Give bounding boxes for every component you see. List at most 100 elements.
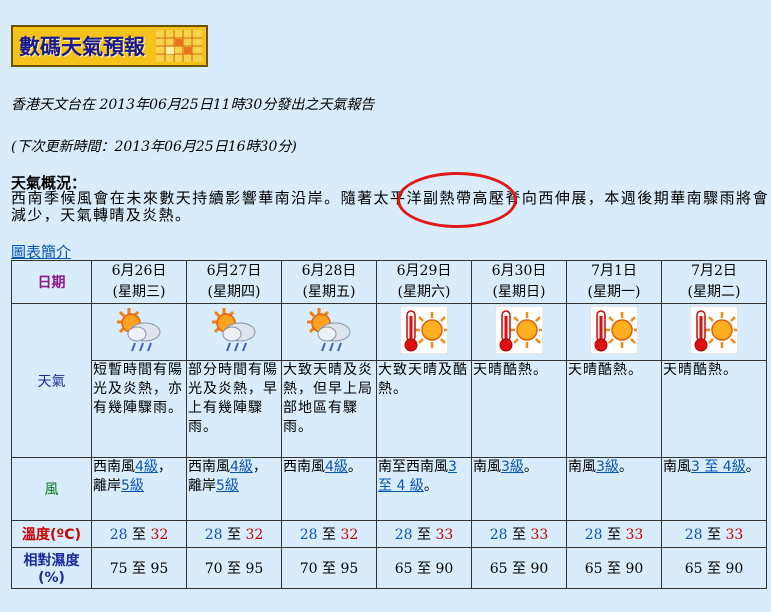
logo-grid-icon [156, 30, 202, 62]
rh-value: 65 至 90 [489, 561, 549, 577]
weather-text: 大致天晴及炎熱，但早上局部地區有驟雨。 [283, 362, 373, 435]
logo-text: 數碼天氣預報 [19, 35, 145, 59]
temp-cell: 28 至 32 [186, 520, 282, 548]
temp-to: 至 [227, 527, 241, 543]
date-label: 7月2日 [691, 263, 737, 279]
wind-force-link-2[interactable]: 5級 [216, 478, 239, 494]
wind-force-link[interactable]: 3級 [501, 459, 524, 475]
wind-force-link[interactable]: 4級 [230, 459, 253, 475]
row-label-weather: 天氣 [11, 303, 92, 458]
wind-direction: 南至西南風 [378, 459, 448, 475]
temp-cell: 28 至 32 [281, 520, 377, 548]
very-hot-icon [589, 305, 639, 358]
temp-min: 28 [299, 527, 318, 543]
date-label: 6月28日 [301, 263, 357, 279]
chart-intro-link[interactable]: 圖表簡介 [11, 241, 71, 262]
weather-icon-cell [471, 303, 567, 361]
row-label-rh: 相對濕度(%) [11, 547, 92, 589]
temp-cell: 28 至 33 [566, 520, 662, 548]
temp-min: 28 [204, 527, 223, 543]
weather-text-cell: 短暫時間有陽光及炎熱，亦有幾陣驟雨。 [91, 360, 187, 458]
weekday-label: (星期一) [587, 284, 641, 300]
rh-cell: 65 至 90 [471, 547, 567, 589]
weather-text-cell: 大致天晴及酷熱。 [376, 360, 472, 458]
wind-end: 。 [523, 459, 538, 475]
wind-force-link-2[interactable]: 級 [732, 459, 746, 475]
temp-max: 33 [530, 527, 549, 543]
report-issued-line: 香港天文台在 2013年06月25日11時30分發出之天氣報告 [11, 97, 375, 113]
temp-to: 至 [417, 527, 431, 543]
very-hot-icon [494, 305, 544, 358]
wind-force-link[interactable]: 3級 [596, 459, 619, 475]
rh-cell: 70 至 95 [281, 547, 377, 589]
rh-value: 65 至 90 [584, 561, 644, 577]
temp-to: 至 [607, 527, 621, 543]
wind-force-link[interactable]: 3 至 4 [691, 459, 732, 475]
rh-value: 70 至 95 [299, 561, 359, 577]
temp-min: 28 [489, 527, 508, 543]
rh-value: 75 至 95 [109, 561, 169, 577]
date-cell: 6月27日 (星期四) [186, 260, 282, 304]
weather-text: 天晴酷熱。 [473, 362, 548, 378]
temp-cell: 28 至 32 [91, 520, 187, 548]
weather-text-cell: 天晴酷熱。 [471, 360, 567, 458]
wind-direction: 南風 [568, 459, 596, 475]
row-label-date: 日期 [11, 260, 92, 304]
wind-direction: 南風 [473, 459, 501, 475]
date-cell: 7月1日 (星期一) [566, 260, 662, 304]
row-weather: 短暫時間有陽光及炎熱，亦有幾陣驟雨。 部分時間有陽光及炎熱，早上有幾陣驟雨。 大致天… [12, 360, 767, 458]
date-cell: 6月29日 (星期六) [376, 260, 472, 304]
wind-end: 。 [618, 459, 633, 475]
rh-cell: 65 至 90 [566, 547, 662, 589]
row-label-temp: 溫度(ºC) [11, 520, 92, 548]
overview-text: 西南季候風會在未來數天持續影響華南沿岸。隨著太平洋副熱帶高壓脊向西伸展，本週後期… [11, 189, 769, 224]
rh-value: 70 至 95 [204, 561, 264, 577]
weather-text-cell: 天晴酷熱。 [661, 360, 767, 458]
weather-text-cell: 天晴酷熱。 [566, 360, 662, 458]
weather-text-cell: 部分時間有陽光及炎熱，早上有幾陣驟雨。 [186, 360, 282, 458]
weather-icon-cell [91, 303, 187, 361]
forecast-table: 日期 6月26日 (星期三) 6月27日 (星期四) 6月28日 (星期五) 6月29日 (星… [11, 260, 767, 589]
date-label: 7月1日 [591, 263, 637, 279]
wind-force-link-2[interactable]: 5級 [121, 478, 144, 494]
temp-max: 32 [340, 527, 359, 543]
weather-text: 大致天晴及酷熱。 [378, 362, 468, 397]
weekday-label: (星期五) [302, 284, 356, 300]
rh-cell: 65 至 90 [661, 547, 767, 589]
row-icon: 天氣 [11, 303, 767, 458]
date-label: 6月30日 [491, 263, 547, 279]
temp-min: 28 [584, 527, 603, 543]
rh-cell: 65 至 90 [376, 547, 472, 589]
wind-force-link[interactable]: 4級 [325, 459, 348, 475]
weather-text-cell: 大致天晴及炎熱，但早上局部地區有驟雨。 [281, 360, 377, 458]
temp-max: 32 [245, 527, 264, 543]
wind-end: 。 [745, 459, 760, 475]
weather-icon-cell [186, 303, 282, 361]
wind-force-link[interactable]: 4級 [135, 459, 158, 475]
weather-icon-cell [661, 303, 767, 361]
date-cell: 6月26日 (星期三) [91, 260, 187, 304]
wind-direction: 西南風 [188, 459, 230, 475]
weather-text: 天晴酷熱。 [568, 362, 643, 378]
wind-cell: 南風3級。 [471, 457, 567, 521]
temp-min: 28 [109, 527, 128, 543]
temp-max: 32 [150, 527, 169, 543]
date-label: 6月27日 [206, 263, 262, 279]
temp-max: 33 [625, 527, 644, 543]
temp-min: 28 [394, 527, 413, 543]
weather-text: 部分時間有陽光及炎熱，早上有幾陣驟雨。 [188, 362, 278, 435]
wind-end: 。 [423, 478, 438, 494]
temp-max: 33 [725, 527, 744, 543]
rh-value: 65 至 90 [394, 561, 454, 577]
weather-text: 短暫時間有陽光及炎熱，亦有幾陣驟雨。 [93, 362, 183, 416]
weekday-label: (星期六) [397, 284, 451, 300]
wind-cell: 南風3級。 [566, 457, 662, 521]
rh-value: 65 至 90 [684, 561, 744, 577]
site-logo: 數碼天氣預報 [11, 25, 208, 67]
date-cell: 6月30日 (星期日) [471, 260, 567, 304]
wind-direction: 西南風 [283, 459, 325, 475]
temp-to: 至 [512, 527, 526, 543]
row-rh: 相對濕度(%) 75 至 95 70 至 95 70 至 95 65 至 90 65 至… [11, 547, 767, 589]
wind-direction: 南風 [663, 459, 691, 475]
wind-end: 。 [347, 459, 362, 475]
